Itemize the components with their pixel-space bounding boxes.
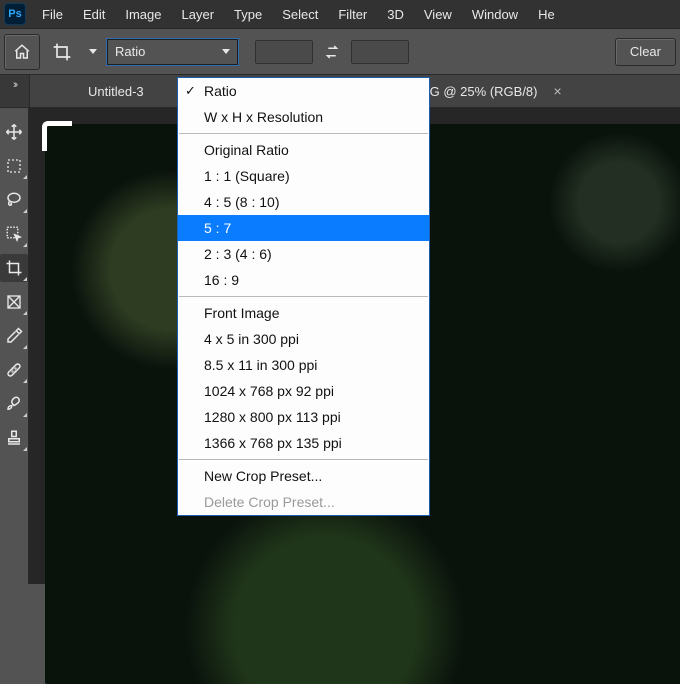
menu-item-1-1[interactable]: 1 : 1 (Square): [178, 163, 429, 189]
crop-preset-dropdown-label: Ratio: [115, 44, 145, 59]
menu-separator: [179, 133, 428, 134]
bandage-icon: [5, 361, 23, 379]
lasso-icon: [5, 191, 23, 209]
home-button[interactable]: [4, 34, 40, 70]
brush-icon: [5, 395, 23, 413]
menu-item-original-ratio[interactable]: Original Ratio: [178, 137, 429, 163]
menu-item-5-7[interactable]: 5 : 7: [178, 215, 429, 241]
menu-item-2-3[interactable]: 2 : 3 (4 : 6): [178, 241, 429, 267]
tool-crop[interactable]: [0, 254, 28, 282]
marquee-icon: [6, 158, 22, 174]
menu-item-front-image[interactable]: Front Image: [178, 300, 429, 326]
menu-edit[interactable]: Edit: [73, 3, 115, 26]
menu-item-8p5x11-300[interactable]: 8.5 x 11 in 300 ppi: [178, 352, 429, 378]
clear-button-label: Clear: [630, 44, 661, 59]
toolbox: [0, 108, 29, 584]
crop-preset-dropdown[interactable]: Ratio: [106, 38, 239, 66]
menu-separator: [179, 296, 428, 297]
tab-label: Untitled-3: [88, 84, 144, 99]
quick-select-icon: [5, 225, 23, 243]
tool-healing[interactable]: [0, 356, 28, 384]
menu-item-wxhres[interactable]: W x H x Resolution: [178, 104, 429, 130]
menu-item-ratio[interactable]: Ratio: [178, 78, 429, 104]
menu-item-4x5-300[interactable]: 4 x 5 in 300 ppi: [178, 326, 429, 352]
menu-view[interactable]: View: [414, 3, 462, 26]
tool-frame[interactable]: [0, 288, 28, 316]
expand-chevrons-icon: ››: [13, 75, 16, 91]
crop-handle-icon[interactable]: [42, 121, 72, 151]
move-icon: [5, 123, 23, 141]
swap-dimensions-button[interactable]: [317, 37, 347, 67]
crop-icon: [5, 259, 23, 277]
tool-lasso[interactable]: [0, 186, 28, 214]
clear-button[interactable]: Clear: [615, 38, 676, 66]
options-bar: Ratio Clear: [0, 28, 680, 75]
home-icon: [13, 43, 31, 61]
swap-icon: [323, 43, 341, 61]
tool-stamp[interactable]: [0, 424, 28, 452]
menu-bar: Ps File Edit Image Layer Type Select Fil…: [0, 0, 680, 28]
tool-brush[interactable]: [0, 390, 28, 418]
eyedropper-icon: [5, 327, 23, 345]
menu-item-1024x768[interactable]: 1024 x 768 px 92 ppi: [178, 378, 429, 404]
tool-indicator-crop[interactable]: [44, 34, 80, 70]
tool-marquee[interactable]: [0, 152, 28, 180]
menu-item-1366x768[interactable]: 1366 x 768 px 135 ppi: [178, 430, 429, 456]
menu-filter[interactable]: Filter: [328, 3, 377, 26]
menu-item-4-5[interactable]: 4 : 5 (8 : 10): [178, 189, 429, 215]
crop-width-field[interactable]: [255, 40, 313, 64]
chevron-down-icon: [222, 49, 230, 54]
menu-window[interactable]: Window: [462, 3, 528, 26]
crop-height-field[interactable]: [351, 40, 409, 64]
menu-item-delete-crop-preset: Delete Crop Preset...: [178, 489, 429, 515]
menu-separator: [179, 459, 428, 460]
menu-layer[interactable]: Layer: [172, 3, 225, 26]
close-icon[interactable]: ×: [546, 83, 562, 99]
menu-3d[interactable]: 3D: [377, 3, 414, 26]
panel-expand-stub[interactable]: ››: [0, 75, 30, 108]
menu-help[interactable]: He: [528, 3, 565, 26]
tool-eyedropper[interactable]: [0, 322, 28, 350]
tool-move[interactable]: [0, 118, 28, 146]
menu-type[interactable]: Type: [224, 3, 272, 26]
menu-select[interactable]: Select: [272, 3, 328, 26]
menu-image[interactable]: Image: [115, 3, 171, 26]
menu-item-new-crop-preset[interactable]: New Crop Preset...: [178, 463, 429, 489]
tool-quick-select[interactable]: [0, 220, 28, 248]
tool-dropdown-caret[interactable]: [84, 34, 102, 70]
menu-item-16-9[interactable]: 16 : 9: [178, 267, 429, 293]
stamp-icon: [5, 429, 23, 447]
crop-preset-menu: Ratio W x H x Resolution Original Ratio …: [177, 77, 430, 516]
app-logo: Ps: [4, 3, 26, 25]
tab-untitled[interactable]: Untitled-3: [78, 78, 154, 104]
frame-icon: [6, 294, 22, 310]
menu-item-1280x800[interactable]: 1280 x 800 px 113 ppi: [178, 404, 429, 430]
menu-file[interactable]: File: [32, 3, 73, 26]
crop-icon: [52, 42, 72, 62]
